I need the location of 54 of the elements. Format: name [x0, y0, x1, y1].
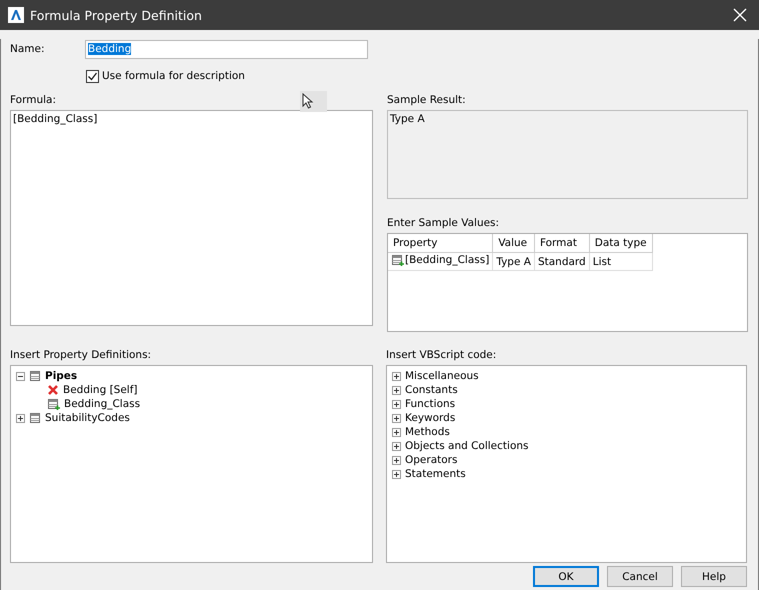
formula-field[interactable]: [Bedding_Class]: [10, 110, 373, 326]
column-header[interactable]: Property: [388, 234, 493, 252]
tree-item[interactable]: Operators: [405, 454, 458, 466]
property-icon: [391, 254, 404, 266]
tree-item[interactable]: Constants: [405, 384, 458, 396]
field-label: Insert Property Definitions:: [10, 349, 152, 361]
property-cell[interactable]: [Bedding_Class]: [388, 252, 493, 270]
dialog-button[interactable]: Cancel: [607, 566, 673, 587]
column-header[interactable]: Value: [492, 234, 534, 252]
field-label: Insert VBScript code:: [386, 349, 496, 361]
field-label: Sample Result:: [387, 94, 466, 106]
mouse-cursor-icon: [300, 91, 327, 112]
name-field[interactable]: Bedding: [85, 40, 368, 58]
tree-item[interactable]: Bedding_Class: [64, 398, 140, 410]
table-icon: [29, 412, 41, 424]
table-icon: [29, 370, 41, 382]
field-label: Formula:: [10, 94, 56, 106]
value-cell[interactable]: Type A: [492, 252, 534, 270]
property-name: [Bedding_Class]: [405, 254, 490, 266]
property-icon: [47, 398, 60, 410]
collapse-icon[interactable]: [16, 372, 25, 380]
tree-item[interactable]: Methods: [405, 426, 450, 438]
tree-item[interactable]: Miscellaneous: [405, 370, 479, 382]
checkbox-label: Use formula for description: [102, 70, 245, 82]
dialog-button[interactable]: Help: [681, 566, 747, 587]
close-icon[interactable]: [733, 8, 747, 22]
expand-icon[interactable]: [392, 456, 401, 464]
expand-icon[interactable]: [392, 428, 401, 436]
tree-item[interactable]: SuitabilityCodes: [45, 412, 130, 424]
app-logo-icon: [8, 7, 24, 23]
field-label: Name:: [10, 43, 46, 55]
tree-item[interactable]: Functions: [405, 398, 456, 410]
window-title: Formula Property Definition: [30, 8, 203, 22]
expand-icon[interactable]: [16, 414, 25, 422]
tree-item[interactable]: Statements: [405, 468, 466, 480]
tree-item[interactable]: Keywords: [405, 412, 456, 424]
error-icon: [47, 384, 59, 396]
sample-result-field: Type A: [387, 110, 748, 199]
dialog-button[interactable]: OK: [533, 566, 599, 587]
tree-item[interactable]: Bedding [Self]: [63, 384, 138, 396]
column-header[interactable]: Format: [534, 234, 590, 252]
field-label: Enter Sample Values:: [387, 217, 500, 229]
column-header[interactable]: Data type: [589, 234, 652, 252]
expand-icon[interactable]: [392, 372, 401, 380]
data-type-cell[interactable]: List: [589, 252, 652, 270]
expand-icon[interactable]: [392, 400, 401, 408]
expand-icon[interactable]: [392, 442, 401, 450]
tree-item[interactable]: Objects and Collections: [405, 440, 529, 452]
expand-icon[interactable]: [392, 470, 401, 478]
tree-item[interactable]: Pipes: [45, 370, 78, 382]
checkbox[interactable]: [86, 70, 99, 82]
expand-icon[interactable]: [392, 414, 401, 422]
format-cell[interactable]: Standard: [534, 252, 590, 270]
expand-icon[interactable]: [392, 386, 401, 394]
